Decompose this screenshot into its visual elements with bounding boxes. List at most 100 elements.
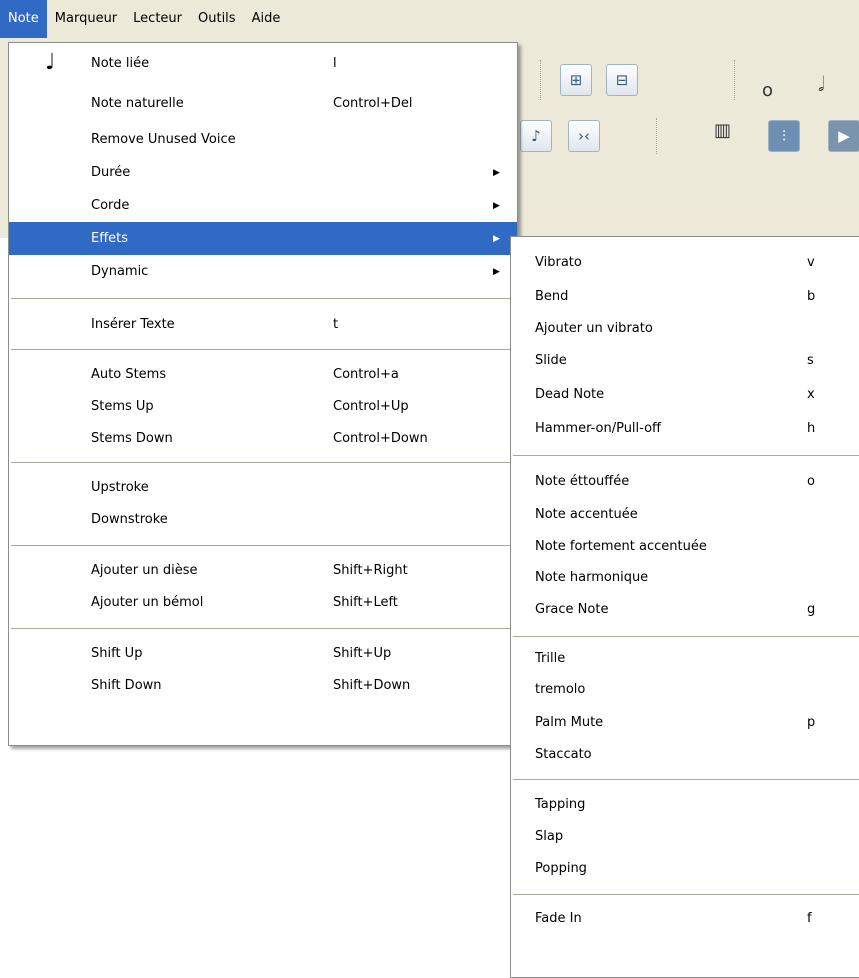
menu-note[interactable]: Note [0,0,47,38]
menu-item-shortcut: s [807,352,814,368]
menu-item-shortcut: Control+Del [333,95,413,111]
menu-outils[interactable]: Outils [190,0,244,38]
guitar-icon[interactable]: ▥ [714,120,731,141]
menu-item-label: Fade In [535,910,582,926]
menu-item-shortcut: g [807,601,816,617]
menu-item-upstroke[interactable]: Upstroke [9,471,517,503]
menu-item-note-fortement-accentuee[interactable]: Note fortement accentuée [511,530,859,562]
menu-item-label: Slide [535,352,567,368]
whole-note-icon[interactable]: o [762,80,773,101]
menu-item-shift-up[interactable]: Shift Up Shift+Up [9,637,517,669]
menu-item-label: Hammer-on/Pull-off [535,420,662,436]
menu-item-shortcut: t [333,316,339,332]
menu-aide[interactable]: Aide [244,0,289,38]
menu-item-label: Remove Unused Voice [91,132,236,147]
menu-item-trille[interactable]: Trille [511,643,859,673]
menu-item-corde[interactable]: Corde ▶ [9,189,517,222]
menu-item-shortcut: Control+a [333,366,399,382]
menu-item-ajouter-vibrato[interactable]: Ajouter un vibrato [511,313,859,343]
menu-item-shortcut: o [807,473,815,489]
menu-item-inserer-texte[interactable]: Insérer Texte t [9,299,517,349]
menu-item-shortcut: Shift+Up [333,645,392,661]
menu-item-downstroke[interactable]: Downstroke [9,503,517,535]
menu-marqueur[interactable]: Marqueur [47,0,125,38]
remove-measure-icon[interactable]: ⊟ [606,64,638,96]
half-note-icon[interactable]: 𝅗𝅥 [818,72,824,96]
menu-item-ajouter-bemol[interactable]: Ajouter un bémol Shift+Left [9,586,517,618]
menu-item-duree[interactable]: Durée ▶ [9,156,517,189]
menu-item-staccato[interactable]: Staccato [511,739,859,769]
insert-measure-icon[interactable]: ⊞ [560,64,592,96]
menu-item-note-accentuee[interactable]: Note accentuée [511,498,859,530]
menu-item-label: Ajouter un dièse [91,562,198,578]
menu-bar: Note Marqueur Lecteur Outils Aide [0,0,859,38]
menu-item-label: Grace Note [535,601,609,617]
play-icon[interactable]: ▶ [828,120,859,152]
toolbar-separator [734,60,735,100]
menu-item-auto-stems[interactable]: Auto Stems Control+a [9,358,517,390]
tuplet-icon[interactable]: ›‹ [568,120,600,152]
menu-item-label: Upstroke [91,479,149,495]
menu-item-label: Stems Down [91,430,173,446]
menu-item-shortcut: h [807,420,816,436]
menu-item-dynamic[interactable]: Dynamic ▶ [9,255,517,288]
tied-note-icon: ♩ [45,50,56,75]
menu-item-label: Palm Mute [535,714,604,730]
menu-item-note-ettouffee[interactable]: Note éttouffée o [511,464,859,498]
menu-item-shortcut: Shift+Down [333,677,411,693]
menu-item-popping[interactable]: Popping [511,852,859,884]
menu-item-shortcut: b [807,288,816,304]
menu-item-label: Dynamic [91,264,149,279]
menu-item-bend[interactable]: Bend b [511,279,859,313]
menu-item-note-harmonique[interactable]: Note harmonique [511,562,859,592]
menu-item-label: Stems Up [91,398,154,414]
menu-item-remove-unused-voice[interactable]: Remove Unused Voice [9,123,517,156]
menu-item-label: Corde [91,198,130,213]
menu-item-label: Effets [91,231,129,246]
menu-item-tremolo[interactable]: tremolo [511,673,859,705]
mixer-icon[interactable]: ⫶ [768,120,800,152]
menu-item-note-naturelle[interactable]: Note naturelle Control+Del [9,83,517,123]
menu-item-palm-mute[interactable]: Palm Mute p [511,705,859,739]
menu-item-shift-down[interactable]: Shift Down Shift+Down [9,669,517,701]
menu-item-ajouter-diese[interactable]: Ajouter un dièse Shift+Right [9,554,517,586]
eighth-note-icon[interactable]: ♪ [520,120,552,152]
menu-item-label: Shift Up [91,645,143,661]
menu-item-grace-note[interactable]: Grace Note g [511,592,859,626]
menu-lecteur[interactable]: Lecteur [125,0,190,38]
menu-item-label: Popping [535,860,587,876]
menu-item-stems-down[interactable]: Stems Down Control+Down [9,422,517,454]
menu-item-vibrato[interactable]: Vibrato v [511,245,859,279]
menu-item-label: Vibrato [535,254,582,270]
menu-item-label: Note liée [91,55,150,71]
effets-submenu: Vibrato v Bend b Ajouter un vibrato Slid… [510,236,859,978]
menu-item-label: Durée [91,165,131,180]
menu-item-label: Trille [535,650,566,666]
menu-item-shortcut: f [807,910,812,926]
menu-item-effets[interactable]: Effets ▶ [9,222,517,255]
menu-item-label: Bend [535,288,569,304]
menu-item-note-liee[interactable]: ♩ Note liée l [9,43,517,83]
menu-item-tapping[interactable]: Tapping [511,788,859,820]
menu-item-label: Dead Note [535,386,605,402]
menu-item-label: Downstroke [91,511,168,527]
menu-item-label: Slap [535,828,564,844]
menu-item-fade-in[interactable]: Fade In f [511,901,859,935]
menu-item-label: Shift Down [91,677,162,693]
menu-item-shortcut: l [333,55,337,71]
menu-item-shortcut: v [807,254,815,270]
menu-item-shortcut: Control+Up [333,398,409,414]
menu-item-hammer-on-pull-off[interactable]: Hammer-on/Pull-off h [511,411,859,445]
menu-item-shortcut: Control+Down [333,430,428,446]
menu-item-shortcut: Shift+Left [333,594,398,610]
menu-item-label: Note accentuée [535,506,638,522]
note-menu: ♩ Note liée l Note naturelle Control+Del… [8,42,518,746]
menu-item-label: Note fortement accentuée [535,538,707,554]
menu-item-stems-up[interactable]: Stems Up Control+Up [9,390,517,422]
menu-item-shortcut: x [807,386,815,402]
menu-item-dead-note[interactable]: Dead Note x [511,377,859,411]
menu-item-slap[interactable]: Slap [511,820,859,852]
menu-item-slide[interactable]: Slide s [511,343,859,377]
toolbar-separator [656,118,657,154]
menu-item-label: Ajouter un bémol [91,594,204,610]
